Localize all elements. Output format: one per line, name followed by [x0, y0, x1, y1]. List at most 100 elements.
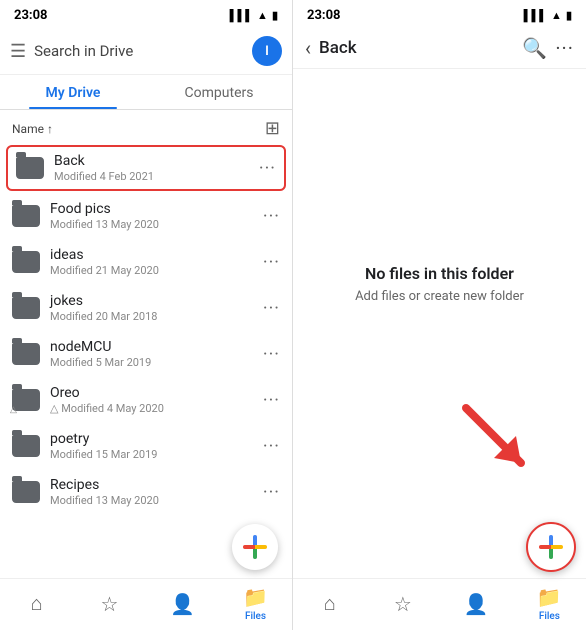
bottom-nav-left: ⌂ ☆ 👤 📁 Files	[0, 578, 292, 630]
grid-view-icon[interactable]: ⊞	[265, 118, 280, 139]
file-item-recipes[interactable]: Recipes Modified 13 May 2020 ···	[0, 469, 292, 515]
file-name-ideas: ideas	[50, 247, 263, 263]
file-name-jokes: jokes	[50, 293, 263, 309]
empty-state: No files in this folder Add files or cre…	[293, 69, 586, 578]
wifi-icon: ▲	[257, 9, 268, 22]
nav-starred-right[interactable]: ☆	[366, 583, 439, 624]
file-meta-back: Modified 4 Feb 2021	[54, 170, 259, 183]
home-icon-right: ⌂	[324, 591, 336, 616]
nav-shared-left[interactable]: 👤	[146, 583, 219, 624]
add-icon-right	[539, 535, 563, 559]
nav-home-right[interactable]: ⌂	[293, 583, 366, 624]
more-options-food-pics[interactable]: ···	[263, 206, 280, 227]
file-meta-nodemcu: Modified 5 Mar 2019	[50, 356, 263, 369]
file-item-jokes[interactable]: jokes Modified 20 Mar 2018 ···	[0, 285, 292, 331]
sort-arrow-icon: ↑	[47, 122, 53, 136]
empty-title: No files in this folder	[365, 264, 514, 283]
folder-icon-food-pics	[12, 205, 40, 227]
fab-left[interactable]	[232, 524, 278, 570]
right-header: ‹ Back 🔍 ···	[293, 28, 586, 69]
plus-horizontal-right	[539, 545, 563, 549]
status-bar-left: 23:08 ▌▌▌ ▲ ▮	[0, 0, 292, 28]
file-meta-ideas: Modified 21 May 2020	[50, 264, 263, 277]
file-item-nodemcu[interactable]: nodeMCU Modified 5 Mar 2019 ···	[0, 331, 292, 377]
time-right: 23:08	[307, 8, 341, 23]
file-info-oreo: Oreo △ Modified 4 May 2020	[50, 385, 263, 415]
tab-computers[interactable]: Computers	[146, 75, 292, 109]
bottom-nav-right: ⌂ ☆ 👤 📁 Files	[293, 578, 586, 630]
file-name-nodemcu: nodeMCU	[50, 339, 263, 355]
file-item-poetry[interactable]: poetry Modified 15 Mar 2019 ···	[0, 423, 292, 469]
file-item-back[interactable]: Back Modified 4 Feb 2021 ···	[6, 145, 286, 191]
signal-icon: ▌▌▌	[230, 9, 253, 22]
folder-title: Back	[319, 38, 514, 58]
file-meta-poetry: Modified 15 Mar 2019	[50, 448, 263, 461]
more-options-right[interactable]: ···	[555, 36, 574, 60]
wifi-icon-right: ▲	[551, 9, 562, 22]
add-icon-left	[243, 535, 267, 559]
file-name-back: Back	[54, 153, 259, 169]
file-meta-oreo: △ Modified 4 May 2020	[50, 402, 263, 415]
more-options-recipes[interactable]: ···	[263, 482, 280, 503]
people-icon-right: 👤	[464, 592, 489, 616]
red-arrow-icon	[456, 398, 536, 478]
nav-files-label-right: Files	[539, 611, 560, 622]
search-input[interactable]: Search in Drive	[34, 42, 244, 60]
file-meta-recipes: Modified 13 May 2020	[50, 494, 263, 507]
more-options-oreo[interactable]: ···	[263, 390, 280, 411]
list-header: Name ↑ ⊞	[0, 110, 292, 143]
file-info-back: Back Modified 4 Feb 2021	[54, 153, 259, 183]
file-info-poetry: poetry Modified 15 Mar 2019	[50, 431, 263, 461]
nav-home-left[interactable]: ⌂	[0, 583, 73, 624]
plus-horizontal	[243, 545, 267, 549]
file-info-ideas: ideas Modified 21 May 2020	[50, 247, 263, 277]
nav-files-left[interactable]: 📁 Files	[219, 583, 292, 624]
nav-files-right[interactable]: 📁 Files	[513, 583, 586, 624]
search-button-right[interactable]: 🔍	[522, 36, 547, 60]
file-item-ideas[interactable]: ideas Modified 21 May 2020 ···	[0, 239, 292, 285]
shared-badge-icon: △	[10, 405, 17, 415]
file-meta-food-pics: Modified 13 May 2020	[50, 218, 263, 231]
right-panel: 23:08 ▌▌▌ ▲ ▮ ‹ Back 🔍 ··· No files in t…	[293, 0, 586, 630]
sort-label: Name	[12, 122, 44, 136]
more-options-nodemcu[interactable]: ···	[263, 344, 280, 365]
sort-header[interactable]: Name ↑	[12, 122, 53, 136]
file-name-recipes: Recipes	[50, 477, 263, 493]
signal-icon-right: ▌▌▌	[524, 9, 547, 22]
file-info-recipes: Recipes Modified 13 May 2020	[50, 477, 263, 507]
star-icon-left: ☆	[101, 592, 119, 616]
file-info-food-pics: Food pics Modified 13 May 2020	[50, 201, 263, 231]
more-options-poetry[interactable]: ···	[263, 436, 280, 457]
time-left: 23:08	[14, 8, 48, 23]
fab-right[interactable]	[526, 522, 576, 572]
left-panel: 23:08 ▌▌▌ ▲ ▮ ☰ Search in Drive I My Dri…	[0, 0, 293, 630]
more-options-back[interactable]: ···	[259, 158, 276, 179]
file-item-food-pics[interactable]: Food pics Modified 13 May 2020 ···	[0, 193, 292, 239]
battery-icon: ▮	[272, 9, 278, 22]
search-bar[interactable]: ☰ Search in Drive I	[0, 28, 292, 75]
folder-icon-jokes	[12, 297, 40, 319]
more-options-ideas[interactable]: ···	[263, 252, 280, 273]
nav-starred-left[interactable]: ☆	[73, 583, 146, 624]
files-icon-left: 📁	[243, 585, 268, 609]
people-icon-left: 👤	[170, 592, 195, 616]
files-icon-right: 📁	[537, 585, 562, 609]
tab-my-drive[interactable]: My Drive	[0, 75, 146, 109]
signal-icons-right: ▌▌▌ ▲ ▮	[524, 9, 572, 22]
nav-shared-right[interactable]: 👤	[440, 583, 513, 624]
hamburger-icon[interactable]: ☰	[10, 41, 26, 62]
file-meta-jokes: Modified 20 Mar 2018	[50, 310, 263, 323]
back-button[interactable]: ‹	[305, 36, 311, 60]
file-item-oreo[interactable]: △ Oreo △ Modified 4 May 2020 ···	[0, 377, 292, 423]
folder-icon-ideas	[12, 251, 40, 273]
folder-icon-recipes	[12, 481, 40, 503]
star-icon-right: ☆	[394, 592, 412, 616]
avatar[interactable]: I	[252, 36, 282, 66]
status-bar-right: 23:08 ▌▌▌ ▲ ▮	[293, 0, 586, 28]
file-name-poetry: poetry	[50, 431, 263, 447]
empty-subtitle: Add files or create new folder	[355, 289, 524, 304]
nav-files-label-left: Files	[245, 611, 266, 622]
more-options-jokes[interactable]: ···	[263, 298, 280, 319]
tabs: My Drive Computers	[0, 75, 292, 110]
battery-icon-right: ▮	[566, 9, 572, 22]
